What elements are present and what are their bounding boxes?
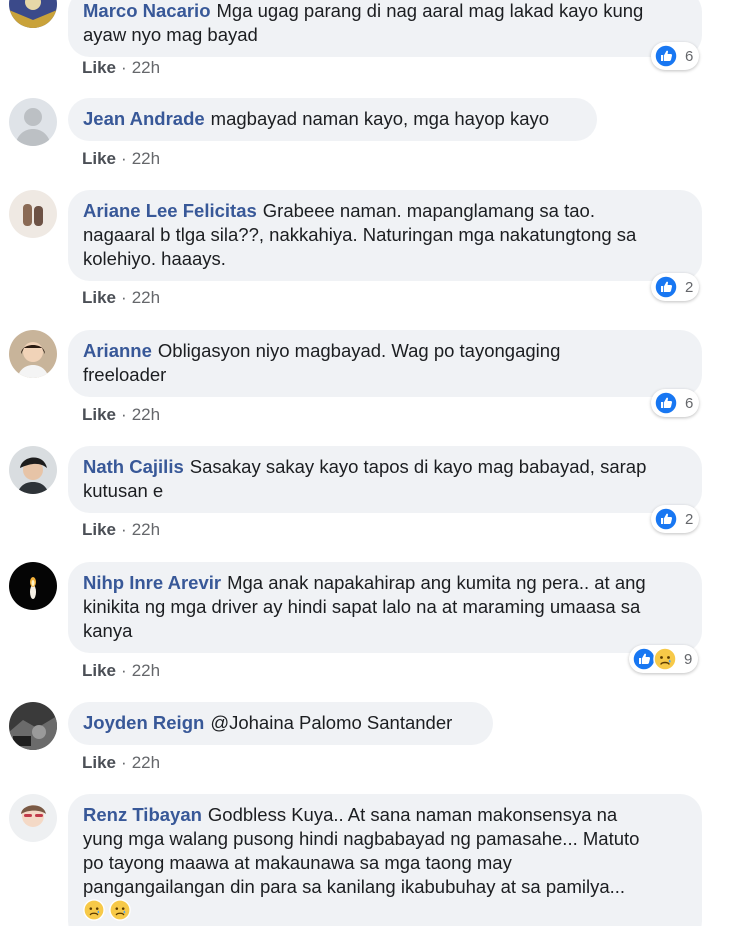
comment-meta: Like · 22h: [82, 753, 160, 773]
reaction-count: 9: [684, 650, 693, 668]
separator: ·: [121, 753, 127, 772]
reaction-count: 6: [685, 394, 694, 412]
reaction-count: 6: [685, 47, 694, 65]
like-button[interactable]: Like: [82, 753, 116, 772]
reaction-count: 2: [685, 510, 694, 528]
comment-bubble: Joyden Reign @Johaina Palomo Santander: [68, 702, 493, 745]
sad-icon: [109, 899, 131, 921]
comment-bubble: Arianne Obligasyon niyo magbayad. Wag po …: [68, 330, 702, 397]
comment-meta: Like · 22h: [82, 288, 160, 308]
reaction-summary[interactable]: 6: [651, 389, 700, 417]
like-button[interactable]: Like: [82, 288, 116, 307]
comment-author[interactable]: Marco Nacario: [83, 0, 211, 21]
comment-text: Obligasyon niyo magbayad. Wag po tayonga…: [83, 340, 561, 385]
avatar[interactable]: [9, 562, 57, 610]
comment-author[interactable]: Arianne: [83, 340, 152, 361]
comment-author[interactable]: Nihp Inre Arevir: [83, 572, 221, 593]
reaction-count: 2: [685, 278, 694, 296]
avatar[interactable]: [9, 702, 57, 750]
avatar[interactable]: [9, 794, 57, 842]
avatar[interactable]: [9, 190, 57, 238]
like-icon: [654, 44, 678, 68]
comment-meta: Like · 22h: [82, 405, 160, 425]
like-icon: [654, 275, 678, 299]
comment-author[interactable]: Ariane Lee Felicitas: [83, 200, 257, 221]
sad-icon: [653, 647, 677, 671]
reaction-summary[interactable]: 6: [651, 42, 700, 70]
comment-bubble: Ariane Lee Felicitas Grabeee naman. mapan…: [68, 190, 702, 281]
timestamp[interactable]: 22h: [132, 405, 160, 424]
like-button[interactable]: Like: [82, 405, 116, 424]
comment-text[interactable]: @Johaina Palomo Santander: [210, 712, 452, 733]
like-icon: [654, 391, 678, 415]
like-button[interactable]: Like: [82, 149, 116, 168]
avatar[interactable]: [9, 446, 57, 494]
comment-bubble: Marco Nacario Mga ugag parang di nag aara…: [68, 0, 702, 57]
comment-meta: Like · 22h: [82, 661, 160, 681]
comment-author[interactable]: Joyden Reign: [83, 712, 204, 733]
separator: ·: [121, 520, 127, 539]
timestamp[interactable]: 22h: [132, 58, 160, 77]
comment-meta: Like · 22h: [82, 520, 160, 540]
comment-bubble: Nath Cajilis Sasakay sakay kayo tapos di …: [68, 446, 702, 513]
comment-author[interactable]: Nath Cajilis: [83, 456, 184, 477]
separator: ·: [121, 405, 127, 424]
comment-meta: Like · 22h: [82, 149, 160, 169]
timestamp[interactable]: 22h: [132, 149, 160, 168]
timestamp[interactable]: 22h: [132, 753, 160, 772]
comment-meta: Like · 22h: [82, 58, 160, 78]
timestamp[interactable]: 22h: [132, 661, 160, 680]
separator: ·: [121, 58, 127, 77]
reaction-summary[interactable]: 9: [629, 645, 699, 673]
avatar[interactable]: [9, 98, 57, 146]
comment-text: magbayad naman kayo, mga hayop kayo: [210, 108, 550, 129]
avatar[interactable]: [9, 330, 57, 378]
comment-bubble: Renz Tibayan Godbless Kuya.. At sana nama…: [68, 794, 702, 926]
separator: ·: [121, 149, 127, 168]
sad-icon: [83, 899, 105, 921]
separator: ·: [121, 661, 127, 680]
comment-author[interactable]: Renz Tibayan: [83, 804, 202, 825]
comment-bubble: Nihp Inre Arevir Mga anak napakahirap ang…: [68, 562, 702, 653]
timestamp[interactable]: 22h: [132, 520, 160, 539]
like-button[interactable]: Like: [82, 520, 116, 539]
comment-bubble: Jean Andrade magbayad naman kayo, mga hay…: [68, 98, 597, 141]
comment-author[interactable]: Jean Andrade: [83, 108, 205, 129]
reaction-summary[interactable]: 2: [651, 273, 700, 301]
like-button[interactable]: Like: [82, 661, 116, 680]
separator: ·: [121, 288, 127, 307]
timestamp[interactable]: 22h: [132, 288, 160, 307]
avatar[interactable]: [9, 0, 57, 28]
like-button[interactable]: Like: [82, 58, 116, 77]
reaction-summary[interactable]: 2: [651, 505, 700, 533]
like-icon: [654, 507, 678, 531]
